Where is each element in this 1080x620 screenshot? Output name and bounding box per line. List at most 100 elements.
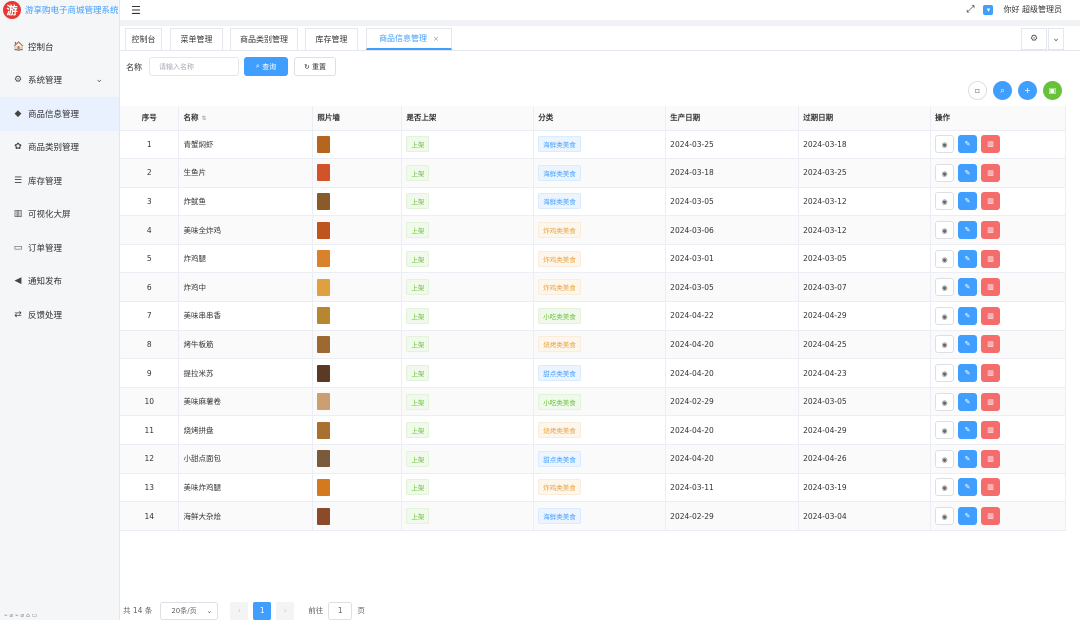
sidebar-item[interactable]: ⚙ 系统管理 ⌄ xyxy=(0,64,119,98)
product-thumbnail[interactable] xyxy=(317,192,331,210)
edit-button[interactable]: ✎ xyxy=(958,306,978,325)
product-thumbnail[interactable] xyxy=(317,335,331,353)
cell-expire-date: 2024-04-29 xyxy=(798,301,932,331)
view-button[interactable]: ◉ xyxy=(935,392,955,411)
view-button[interactable]: ◉ xyxy=(935,335,955,354)
view-button[interactable]: ◉ xyxy=(935,163,955,182)
app-title: 游享购电子商城管理系统 xyxy=(25,6,119,16)
view-button[interactable]: ◉ xyxy=(935,249,955,268)
search-toggle-button[interactable]: ⌕ xyxy=(993,81,1012,100)
sort-icon[interactable]: ⇅ xyxy=(201,115,206,122)
tab-product-info[interactable]: 商品信息管理 × xyxy=(366,28,452,50)
edit-button[interactable]: ✎ xyxy=(958,364,978,383)
next-page-button[interactable]: › xyxy=(276,601,295,620)
edit-button[interactable]: ✎ xyxy=(958,335,978,354)
sidebar-item[interactable]: 🏠 控制台 xyxy=(0,30,119,64)
edit-button[interactable]: ✎ xyxy=(958,192,978,211)
avatar[interactable]: ▾ xyxy=(983,4,994,15)
sidebar-item[interactable]: ✿ 商品类别管理 xyxy=(0,131,119,165)
toggle-search-button[interactable]: ▫ xyxy=(968,81,987,100)
search-icon: ⌕ xyxy=(1000,85,1005,95)
close-icon[interactable]: × xyxy=(433,35,439,43)
product-thumbnail[interactable] xyxy=(317,135,331,153)
col-header-photo: 照片墙 xyxy=(312,106,403,131)
chevron-down-icon[interactable]: ⌄ xyxy=(1048,28,1064,50)
delete-button[interactable]: ▥ xyxy=(981,364,1001,383)
product-thumbnail[interactable] xyxy=(317,450,331,468)
view-button[interactable]: ◉ xyxy=(935,364,955,383)
tab-category-management[interactable]: 商品类别管理 xyxy=(230,28,298,50)
search-input[interactable] xyxy=(149,57,239,76)
product-thumbnail[interactable] xyxy=(317,478,331,496)
menu-toggle-icon[interactable]: ☰ xyxy=(131,4,141,17)
trash-icon: ▥ xyxy=(987,283,994,292)
product-thumbnail[interactable] xyxy=(317,278,331,296)
export-button[interactable]: ▣ xyxy=(1043,81,1062,100)
edit-button[interactable]: ✎ xyxy=(958,392,978,411)
sidebar-item[interactable]: ☰ 库存管理 xyxy=(0,164,119,198)
view-button[interactable]: ◉ xyxy=(935,278,955,297)
cell-name: 青蟹焖虾 xyxy=(178,130,314,160)
delete-button[interactable]: ▥ xyxy=(981,306,1001,325)
delete-button[interactable]: ▥ xyxy=(981,449,1001,468)
delete-button[interactable]: ▥ xyxy=(981,163,1001,182)
edit-button[interactable]: ✎ xyxy=(958,421,978,440)
delete-button[interactable]: ▥ xyxy=(981,221,1001,240)
delete-button[interactable]: ▥ xyxy=(981,421,1001,440)
edit-button[interactable]: ✎ xyxy=(958,135,978,154)
sidebar-item[interactable]: ▭ 订单管理 xyxy=(0,231,119,265)
product-thumbnail[interactable] xyxy=(317,393,331,411)
delete-button[interactable]: ▥ xyxy=(981,192,1001,211)
tab-inventory-management[interactable]: 库存管理 xyxy=(305,28,358,50)
product-thumbnail[interactable] xyxy=(317,250,331,268)
view-button[interactable]: ◉ xyxy=(935,421,955,440)
product-thumbnail[interactable] xyxy=(317,307,331,325)
edit-button[interactable]: ✎ xyxy=(958,449,978,468)
col-header-name[interactable]: 名称 ⇅ xyxy=(178,106,314,131)
sidebar-item[interactable]: ◀ 通知发布 xyxy=(0,265,119,299)
edit-button[interactable]: ✎ xyxy=(958,163,978,182)
edit-button[interactable]: ✎ xyxy=(958,478,978,497)
delete-button[interactable]: ▥ xyxy=(981,478,1001,497)
delete-button[interactable]: ▥ xyxy=(981,249,1001,268)
edit-button[interactable]: ✎ xyxy=(958,221,978,240)
product-thumbnail[interactable] xyxy=(317,507,331,525)
query-label: 查询 xyxy=(262,62,277,71)
product-thumbnail[interactable] xyxy=(317,221,331,239)
reset-button[interactable]: ↻ 重置 xyxy=(294,57,336,76)
page-number-button[interactable]: 1 xyxy=(253,601,272,620)
edit-button[interactable]: ✎ xyxy=(958,249,978,268)
delete-button[interactable]: ▥ xyxy=(981,392,1001,411)
prev-page-button[interactable]: ‹ xyxy=(230,601,249,620)
view-button[interactable]: ◉ xyxy=(935,192,955,211)
pencil-icon: ✎ xyxy=(964,197,971,206)
sidebar-item[interactable]: ▥ 可视化大屏 xyxy=(0,198,119,232)
delete-button[interactable]: ▥ xyxy=(981,278,1001,297)
product-thumbnail[interactable] xyxy=(317,421,331,439)
delete-button[interactable]: ▥ xyxy=(981,335,1001,354)
delete-button[interactable]: ▥ xyxy=(981,135,1001,154)
fullscreen-icon[interactable]: ⤢ xyxy=(966,4,974,15)
product-thumbnail[interactable] xyxy=(317,364,331,382)
tab-menu-management[interactable]: 菜单管理 xyxy=(170,28,223,50)
sidebar-item[interactable]: ⇄ 反馈处理 xyxy=(0,298,119,332)
view-button[interactable]: ◉ xyxy=(935,507,955,526)
view-button[interactable]: ◉ xyxy=(935,306,955,325)
view-button[interactable]: ◉ xyxy=(935,135,955,154)
settings-gear-icon[interactable]: ⚙ xyxy=(1021,28,1047,50)
edit-button[interactable]: ✎ xyxy=(958,278,978,297)
query-button[interactable]: ⌕ 查询 xyxy=(244,57,288,76)
tab-dashboard[interactable]: 控制台 xyxy=(125,28,162,50)
delete-button[interactable]: ▥ xyxy=(981,507,1001,526)
edit-button[interactable]: ✎ xyxy=(958,507,978,526)
goto-page-input[interactable]: 1 xyxy=(328,601,353,620)
view-button[interactable]: ◉ xyxy=(935,449,955,468)
eye-icon: ◉ xyxy=(941,312,948,321)
page-size-select[interactable]: 20条/页 ⌄ xyxy=(160,601,219,620)
view-button[interactable]: ◉ xyxy=(935,221,955,240)
sidebar-item[interactable]: ◆ 商品信息管理 xyxy=(0,97,119,131)
view-button[interactable]: ◉ xyxy=(935,478,955,497)
user-greeting[interactable]: 你好 超级管理员 xyxy=(1003,4,1062,15)
product-thumbnail[interactable] xyxy=(317,164,331,182)
add-button[interactable]: + xyxy=(1018,81,1037,100)
